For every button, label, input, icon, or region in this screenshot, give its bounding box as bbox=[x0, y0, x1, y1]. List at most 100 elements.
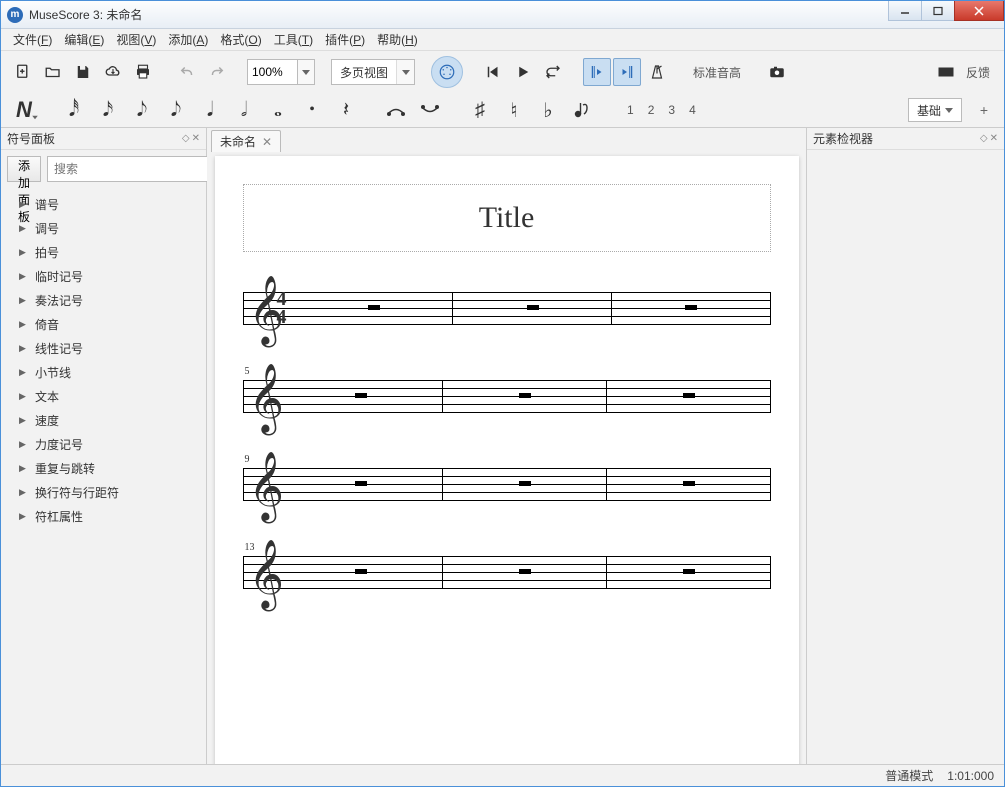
voice-1-button[interactable]: 1 bbox=[623, 101, 638, 119]
note-half-button[interactable]: 𝅗𝅥 bbox=[231, 96, 257, 124]
dot-button[interactable]: • bbox=[299, 96, 325, 124]
sharp-button[interactable]: ♯ bbox=[467, 96, 493, 124]
palette-panel: 符号面板 ◇✕ 添加面板 ▶谱号▶调号▶拍号▶临时记号▶奏法记号▶倚音▶线性记号… bbox=[1, 128, 207, 764]
window-controls bbox=[889, 1, 1004, 28]
workspace-select[interactable]: 基础 bbox=[908, 98, 962, 122]
palette-item[interactable]: ▶换行符与行距符 bbox=[1, 480, 206, 504]
palette-item[interactable]: ▶奏法记号 bbox=[1, 288, 206, 312]
note-16th-button[interactable]: 𝅘𝅥𝅮 bbox=[129, 96, 155, 124]
palette-item[interactable]: ▶符杠属性 bbox=[1, 504, 206, 528]
main-toolbar: 多页视图 标准音高 反馈 bbox=[1, 51, 1004, 93]
add-workspace-button[interactable]: + bbox=[974, 98, 994, 122]
redo-button[interactable] bbox=[203, 58, 231, 86]
panel-close-icon[interactable]: ✕ bbox=[192, 133, 200, 144]
zoom-dropdown-icon[interactable] bbox=[297, 59, 315, 85]
palette-item[interactable]: ▶谱号 bbox=[1, 192, 206, 216]
save-button[interactable] bbox=[69, 58, 97, 86]
status-position: 1:01:000 bbox=[947, 769, 994, 783]
palette-item[interactable]: ▶力度记号 bbox=[1, 432, 206, 456]
slur-button[interactable] bbox=[417, 96, 443, 124]
menubar: 文件(F)编辑(E)视图(V)添加(A)格式(O)工具(T)插件(P)帮助(H) bbox=[1, 29, 1004, 51]
concert-pitch-button[interactable]: 标准音高 bbox=[687, 64, 747, 81]
palette-item[interactable]: ▶速度 bbox=[1, 408, 206, 432]
new-file-button[interactable] bbox=[9, 58, 37, 86]
score-canvas[interactable]: Title 𝄞445𝄞9𝄞13𝄞 bbox=[207, 152, 806, 764]
close-tab-icon[interactable]: ✕ bbox=[262, 135, 272, 149]
statusbar: 普通模式 1:01:000 bbox=[1, 764, 1004, 786]
palette-item[interactable]: ▶拍号 bbox=[1, 240, 206, 264]
note-32nd-button[interactable]: 𝅘𝅥𝅯 bbox=[95, 96, 121, 124]
image-capture-button[interactable] bbox=[763, 58, 791, 86]
window-title: MuseScore 3: 未命名 bbox=[29, 6, 889, 23]
titlebar: m MuseScore 3: 未命名 bbox=[1, 1, 1004, 29]
menu-v[interactable]: 视图(V) bbox=[110, 29, 162, 50]
zoom-input[interactable] bbox=[247, 59, 297, 85]
status-mode: 普通模式 bbox=[885, 767, 933, 784]
inspector-panel: 元素检视器 ◇✕ bbox=[806, 128, 1004, 764]
menu-t[interactable]: 工具(T) bbox=[268, 29, 319, 50]
zoom-control[interactable] bbox=[247, 59, 315, 85]
document-tab[interactable]: 未命名 ✕ bbox=[211, 130, 281, 152]
undo-button[interactable] bbox=[173, 58, 201, 86]
menu-h[interactable]: 帮助(H) bbox=[371, 29, 424, 50]
score-title-frame[interactable]: Title bbox=[243, 184, 771, 252]
metronome-button[interactable] bbox=[643, 58, 671, 86]
menu-e[interactable]: 编辑(E) bbox=[58, 29, 110, 50]
print-button[interactable] bbox=[129, 58, 157, 86]
palette-item[interactable]: ▶文本 bbox=[1, 384, 206, 408]
note-quarter-button[interactable]: 𝅘𝅥 bbox=[197, 96, 223, 124]
loop-in-button[interactable] bbox=[583, 58, 611, 86]
palette-item[interactable]: ▶临时记号 bbox=[1, 264, 206, 288]
palette-search-input[interactable] bbox=[47, 156, 216, 182]
panel-close-icon[interactable]: ✕ bbox=[990, 133, 998, 144]
minimize-button[interactable] bbox=[888, 1, 922, 21]
feedback-icon[interactable] bbox=[936, 58, 956, 86]
inspector-title: 元素检视器 bbox=[813, 130, 873, 147]
view-mode-dropdown-icon[interactable] bbox=[396, 60, 414, 84]
note-input-mode-button[interactable]: N bbox=[11, 96, 37, 124]
app-logo-icon: m bbox=[7, 7, 23, 23]
midi-input-button[interactable] bbox=[431, 56, 463, 88]
document-tabs: 未命名 ✕ bbox=[207, 128, 806, 152]
score-title-text[interactable]: Title bbox=[479, 201, 535, 235]
flip-button[interactable] bbox=[569, 96, 595, 124]
menu-p[interactable]: 插件(P) bbox=[319, 29, 371, 50]
palette-item[interactable]: ▶倚音 bbox=[1, 312, 206, 336]
cloud-save-button[interactable] bbox=[99, 58, 127, 86]
palette-item[interactable]: ▶重复与跳转 bbox=[1, 456, 206, 480]
palette-title: 符号面板 bbox=[7, 130, 55, 147]
menu-f[interactable]: 文件(F) bbox=[7, 29, 58, 50]
natural-button[interactable]: ♮ bbox=[501, 96, 527, 124]
panel-float-icon[interactable]: ◇ bbox=[980, 133, 988, 144]
view-mode-select[interactable]: 多页视图 bbox=[331, 59, 415, 85]
palette-item[interactable]: ▶线性记号 bbox=[1, 336, 206, 360]
close-button[interactable] bbox=[954, 1, 1004, 21]
note-whole-button[interactable]: 𝅝 bbox=[265, 96, 291, 124]
score-area: 未命名 ✕ Title 𝄞445𝄞9𝄞13𝄞 bbox=[207, 128, 806, 764]
flat-button[interactable]: ♭ bbox=[535, 96, 561, 124]
voice-2-button[interactable]: 2 bbox=[644, 101, 659, 119]
rest-button[interactable]: 𝄽 bbox=[333, 96, 359, 124]
panel-float-icon[interactable]: ◇ bbox=[182, 133, 190, 144]
menu-o[interactable]: 格式(O) bbox=[214, 29, 267, 50]
workspace-label: 基础 bbox=[917, 102, 941, 119]
feedback-button[interactable]: 反馈 bbox=[960, 64, 996, 81]
rewind-button[interactable] bbox=[479, 58, 507, 86]
maximize-button[interactable] bbox=[921, 1, 955, 21]
voice-4-button[interactable]: 4 bbox=[685, 101, 700, 119]
open-file-button[interactable] bbox=[39, 58, 67, 86]
tie-button[interactable] bbox=[383, 96, 409, 124]
palette-item[interactable]: ▶小节线 bbox=[1, 360, 206, 384]
palette-item[interactable]: ▶调号 bbox=[1, 216, 206, 240]
play-button[interactable] bbox=[509, 58, 537, 86]
loop-out-button[interactable] bbox=[613, 58, 641, 86]
note-64th-button[interactable]: 𝅘𝅥𝅰 bbox=[61, 96, 87, 124]
note-input-toolbar: N 𝅘𝅥𝅰 𝅘𝅥𝅯 𝅘𝅥𝅮 𝅘𝅥𝅮 𝅘𝅥 𝅗𝅥 𝅝 • 𝄽 ♯ ♮ ♭ 1 2 … bbox=[1, 93, 1004, 128]
voice-3-button[interactable]: 3 bbox=[664, 101, 679, 119]
palette-tree: ▶谱号▶调号▶拍号▶临时记号▶奏法记号▶倚音▶线性记号▶小节线▶文本▶速度▶力度… bbox=[1, 188, 206, 532]
menu-a[interactable]: 添加(A) bbox=[162, 29, 214, 50]
view-mode-label: 多页视图 bbox=[332, 64, 396, 81]
note-8th-button[interactable]: 𝅘𝅥𝅮 bbox=[163, 96, 189, 124]
add-palette-button[interactable]: 添加面板 bbox=[7, 156, 41, 182]
loop-button[interactable] bbox=[539, 58, 567, 86]
